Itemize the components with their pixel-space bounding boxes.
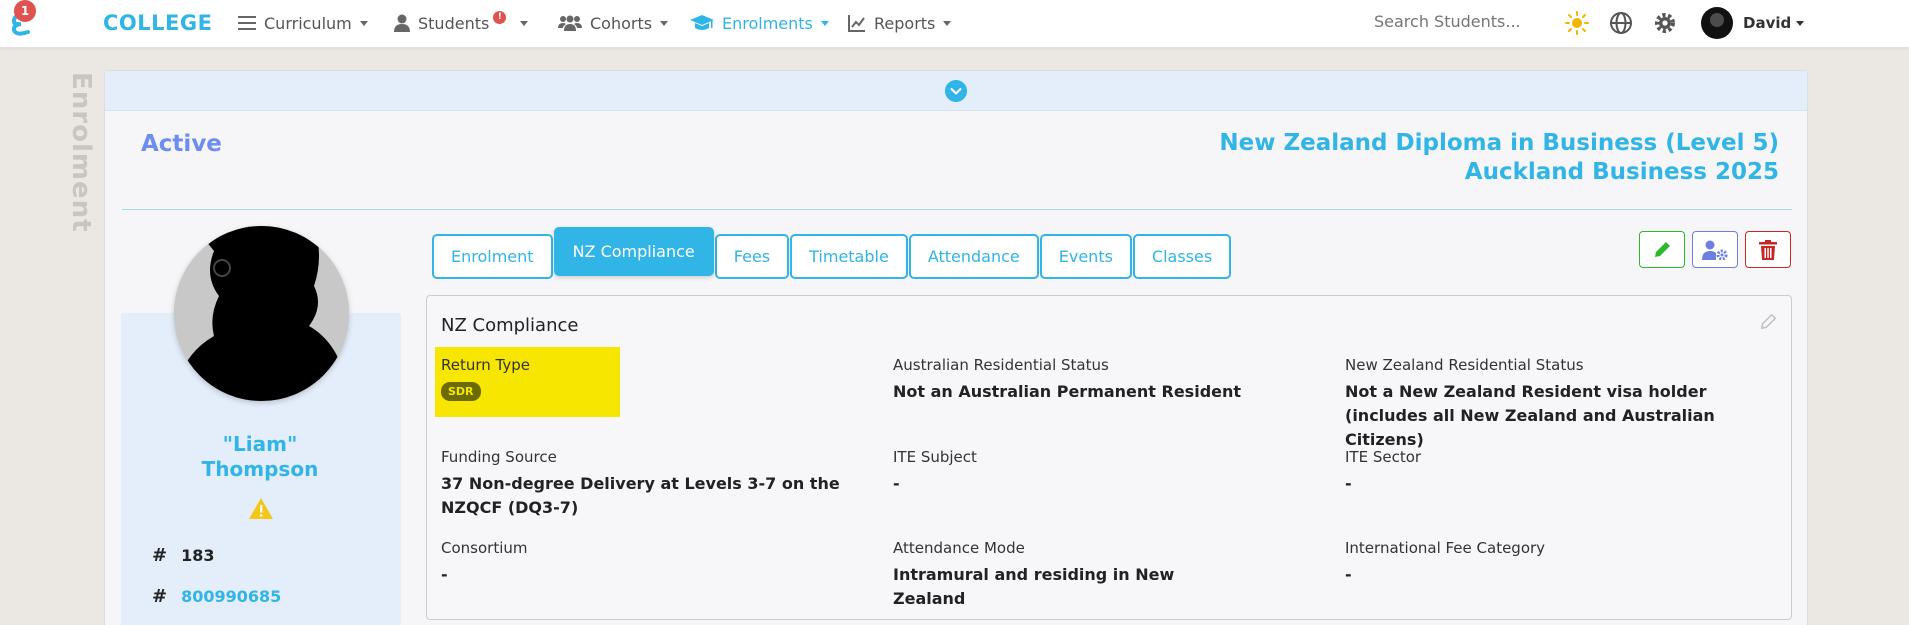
field-label: ITE Subject bbox=[893, 448, 977, 466]
student-nsn-row: # 800990685 bbox=[152, 586, 281, 607]
globe-icon[interactable] bbox=[1609, 11, 1633, 35]
field-value: Not a New Zealand Resident visa holder (… bbox=[1345, 382, 1715, 449]
field-funding-source: Funding Source 37 Non-degree Delivery at… bbox=[441, 448, 861, 520]
user-menu[interactable]: David bbox=[1701, 7, 1805, 39]
list-icon bbox=[238, 16, 256, 30]
field-value: Not an Australian Permanent Resident bbox=[893, 382, 1242, 401]
programme-name[interactable]: New Zealand Diploma in Business (Level 5… bbox=[1219, 129, 1779, 158]
top-navbar: 1 COLLEGE Curriculum Students ! Cohorts … bbox=[0, 0, 1909, 48]
cohort-name[interactable]: Auckland Business 2025 bbox=[1219, 158, 1779, 187]
chevron-down-icon bbox=[660, 20, 669, 26]
field-consortium: Consortium - bbox=[441, 539, 791, 587]
avatar bbox=[1701, 7, 1733, 39]
field-value: Intramural and residing in New Zealand bbox=[893, 565, 1175, 608]
notification-badge[interactable]: 1 bbox=[14, 0, 36, 22]
section-side-label: Enrolment bbox=[66, 72, 96, 233]
student-nickname: "Liam" bbox=[222, 432, 298, 456]
brand-name[interactable]: COLLEGE bbox=[103, 11, 212, 35]
return-type-badge: SDR bbox=[441, 382, 481, 401]
pencil-icon[interactable] bbox=[1759, 313, 1777, 331]
student-photo[interactable] bbox=[174, 226, 349, 401]
field-value: - bbox=[1345, 565, 1352, 584]
nav-enrolments[interactable]: Enrolments bbox=[690, 12, 829, 34]
field-au-residential-status: Australian Residential Status Not an Aus… bbox=[893, 356, 1243, 404]
programme-title[interactable]: New Zealand Diploma in Business (Level 5… bbox=[1219, 129, 1779, 187]
field-label: Funding Source bbox=[441, 448, 557, 466]
field-label: Attendance Mode bbox=[893, 539, 1025, 557]
chevron-down-circle-icon[interactable] bbox=[945, 80, 967, 102]
student-nsn-link[interactable]: 800990685 bbox=[181, 587, 281, 606]
edit-button[interactable] bbox=[1639, 231, 1685, 268]
student-photo-image bbox=[174, 226, 349, 401]
trash-icon bbox=[1759, 239, 1777, 260]
pencil-icon bbox=[1655, 241, 1670, 257]
field-label: Consortium bbox=[441, 539, 528, 557]
field-attendance-mode: Attendance Mode Intramural and residing … bbox=[893, 539, 1243, 611]
tab-enrolment[interactable]: Enrolment bbox=[432, 234, 553, 279]
line-chart-icon bbox=[848, 15, 865, 32]
graduation-cap-icon bbox=[690, 15, 714, 30]
student-id-row: # 183 bbox=[152, 545, 215, 566]
sun-icon[interactable] bbox=[1565, 11, 1589, 35]
tab-timetable[interactable]: Timetable bbox=[790, 234, 908, 279]
field-label: New Zealand Residential Status bbox=[1345, 356, 1584, 374]
nav-reports[interactable]: Reports bbox=[848, 12, 952, 34]
nav-reports-label: Reports bbox=[874, 13, 936, 33]
hash-icon: # bbox=[152, 586, 168, 607]
nav-cohorts-label: Cohorts bbox=[590, 13, 653, 33]
enrolment-card: Active New Zealand Diploma in Business (… bbox=[104, 70, 1808, 625]
nav-curriculum-label: Curriculum bbox=[264, 13, 352, 33]
warning-icon[interactable] bbox=[248, 497, 274, 520]
nz-compliance-panel: NZ Compliance Return Type SDR Australian… bbox=[426, 295, 1792, 620]
header-divider bbox=[122, 209, 1792, 210]
tab-attendance[interactable]: Attendance bbox=[908, 234, 1039, 279]
field-label: ITE Sector bbox=[1345, 448, 1422, 466]
tab-nz-compliance[interactable]: NZ Compliance bbox=[553, 227, 714, 276]
field-label: Return Type bbox=[441, 356, 530, 374]
nav-cohorts[interactable]: Cohorts bbox=[558, 12, 669, 34]
nav-enrolments-label: Enrolments bbox=[722, 13, 813, 33]
field-value: - bbox=[893, 474, 900, 493]
search-input[interactable] bbox=[1374, 12, 1544, 31]
field-return-type: Return Type SDR bbox=[441, 356, 791, 401]
card-header-strip bbox=[105, 71, 1807, 111]
users-icon bbox=[558, 15, 582, 31]
tab-classes[interactable]: Classes bbox=[1132, 234, 1232, 279]
field-nz-residential-status: New Zealand Residential Status Not a New… bbox=[1345, 356, 1765, 452]
enrolment-status: Active bbox=[141, 131, 222, 157]
tab-events[interactable]: Events bbox=[1039, 234, 1132, 279]
field-value: - bbox=[441, 565, 448, 584]
delete-button[interactable] bbox=[1745, 231, 1791, 268]
student-surname: Thompson bbox=[201, 457, 319, 481]
nav-students-label: Students bbox=[418, 13, 490, 33]
panel-title: NZ Compliance bbox=[441, 315, 579, 336]
hash-icon: # bbox=[152, 545, 168, 566]
student-name[interactable]: "Liam" Thompson bbox=[120, 432, 400, 482]
tab-bar: Enrolment NZ Compliance Fees Timetable A… bbox=[432, 227, 1232, 279]
chevron-down-icon bbox=[943, 20, 952, 26]
chevron-down-icon bbox=[520, 20, 529, 26]
gear-icon[interactable] bbox=[1653, 11, 1677, 35]
student-id: 183 bbox=[181, 546, 215, 565]
user-settings-button[interactable] bbox=[1692, 231, 1738, 268]
students-alert-badge: ! bbox=[493, 10, 507, 24]
field-ite-sector: ITE Sector - bbox=[1345, 448, 1695, 496]
field-label: International Fee Category bbox=[1345, 539, 1546, 557]
user-cog-icon bbox=[1702, 240, 1728, 260]
field-international-fee-category: International Fee Category - bbox=[1345, 539, 1695, 587]
user-name: David bbox=[1743, 14, 1792, 32]
field-label: Australian Residential Status bbox=[893, 356, 1109, 374]
chevron-down-icon bbox=[1796, 20, 1805, 26]
nav-curriculum[interactable]: Curriculum bbox=[238, 12, 368, 34]
nav-students[interactable]: Students ! bbox=[394, 10, 529, 34]
user-icon bbox=[394, 14, 410, 32]
field-value: - bbox=[1345, 474, 1352, 493]
tab-fees[interactable]: Fees bbox=[714, 234, 790, 279]
chevron-down-icon bbox=[820, 20, 829, 26]
field-value: 37 Non-degree Delivery at Levels 3-7 on … bbox=[441, 474, 840, 517]
chevron-down-icon bbox=[359, 20, 368, 26]
field-ite-subject: ITE Subject - bbox=[893, 448, 1243, 496]
